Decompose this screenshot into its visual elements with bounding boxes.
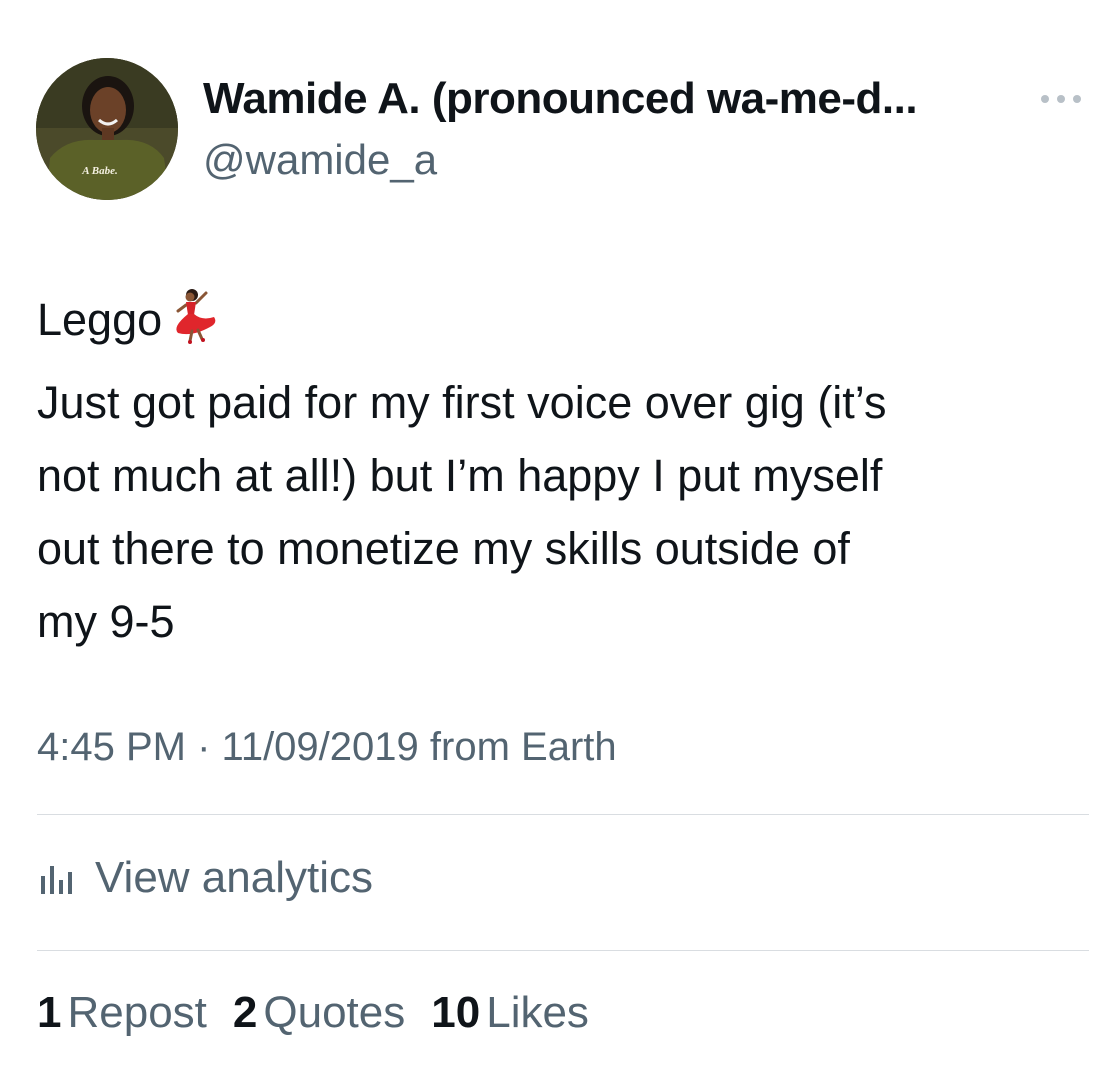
dancer-emoji-icon [166, 287, 224, 366]
likes-count: 10 [431, 988, 481, 1037]
quotes-stat[interactable]: 2 Quotes [233, 988, 405, 1038]
tweet-time[interactable]: 4:45 PM [37, 725, 186, 769]
reposts-count: 1 [37, 988, 62, 1037]
reposts-label: Repost [67, 988, 207, 1037]
tweet-meta: 4:45 PM · 11/09/2019 from Earth [37, 725, 617, 770]
quotes-count: 2 [232, 988, 258, 1037]
view-analytics-label: View analytics [95, 853, 373, 902]
likes-stat[interactable]: 10 Likes [431, 988, 589, 1038]
user-handle[interactable]: @wamide_a [203, 136, 437, 184]
tweet-line-1: Leggo [37, 283, 1077, 366]
reposts-stat[interactable]: 1 Repost [37, 988, 207, 1038]
quotes-label: Quotes [263, 988, 406, 1037]
tweet-line-5: my 9-5 [37, 596, 175, 647]
meta-separator: · [197, 725, 211, 769]
tweet-source: from Earth [429, 725, 617, 769]
view-analytics-button[interactable]: View analytics [37, 852, 373, 904]
divider-top [37, 814, 1089, 815]
avatar-shirt-text: A Babe. [81, 165, 117, 177]
engagement-stats: 1 Repost 2 Quotes 10 Likes [37, 988, 615, 1038]
divider-bottom [37, 950, 1089, 951]
avatar[interactable]: A Babe. [36, 58, 178, 200]
likes-label: Likes [486, 988, 589, 1037]
avatar-image: A Babe. [36, 58, 178, 200]
tweet-date[interactable]: 11/09/2019 [222, 725, 419, 769]
tweet-line-2: Just got paid for my first voice over gi… [37, 377, 887, 428]
tweet-text: Leggo Just got paid for my first voice o… [37, 283, 1077, 658]
bar-chart-icon [37, 862, 77, 894]
more-options-button[interactable] [1036, 84, 1086, 114]
more-dots-icon [1041, 95, 1081, 103]
tweet-line-text: Leggo [37, 294, 163, 345]
display-name[interactable]: Wamide A. (pronounced wa-me-d... [203, 74, 917, 124]
tweet-line-3: not much at all!) but I’m happy I put my… [37, 450, 883, 501]
tweet-line-4: out there to monetize my skills outside … [37, 523, 850, 574]
